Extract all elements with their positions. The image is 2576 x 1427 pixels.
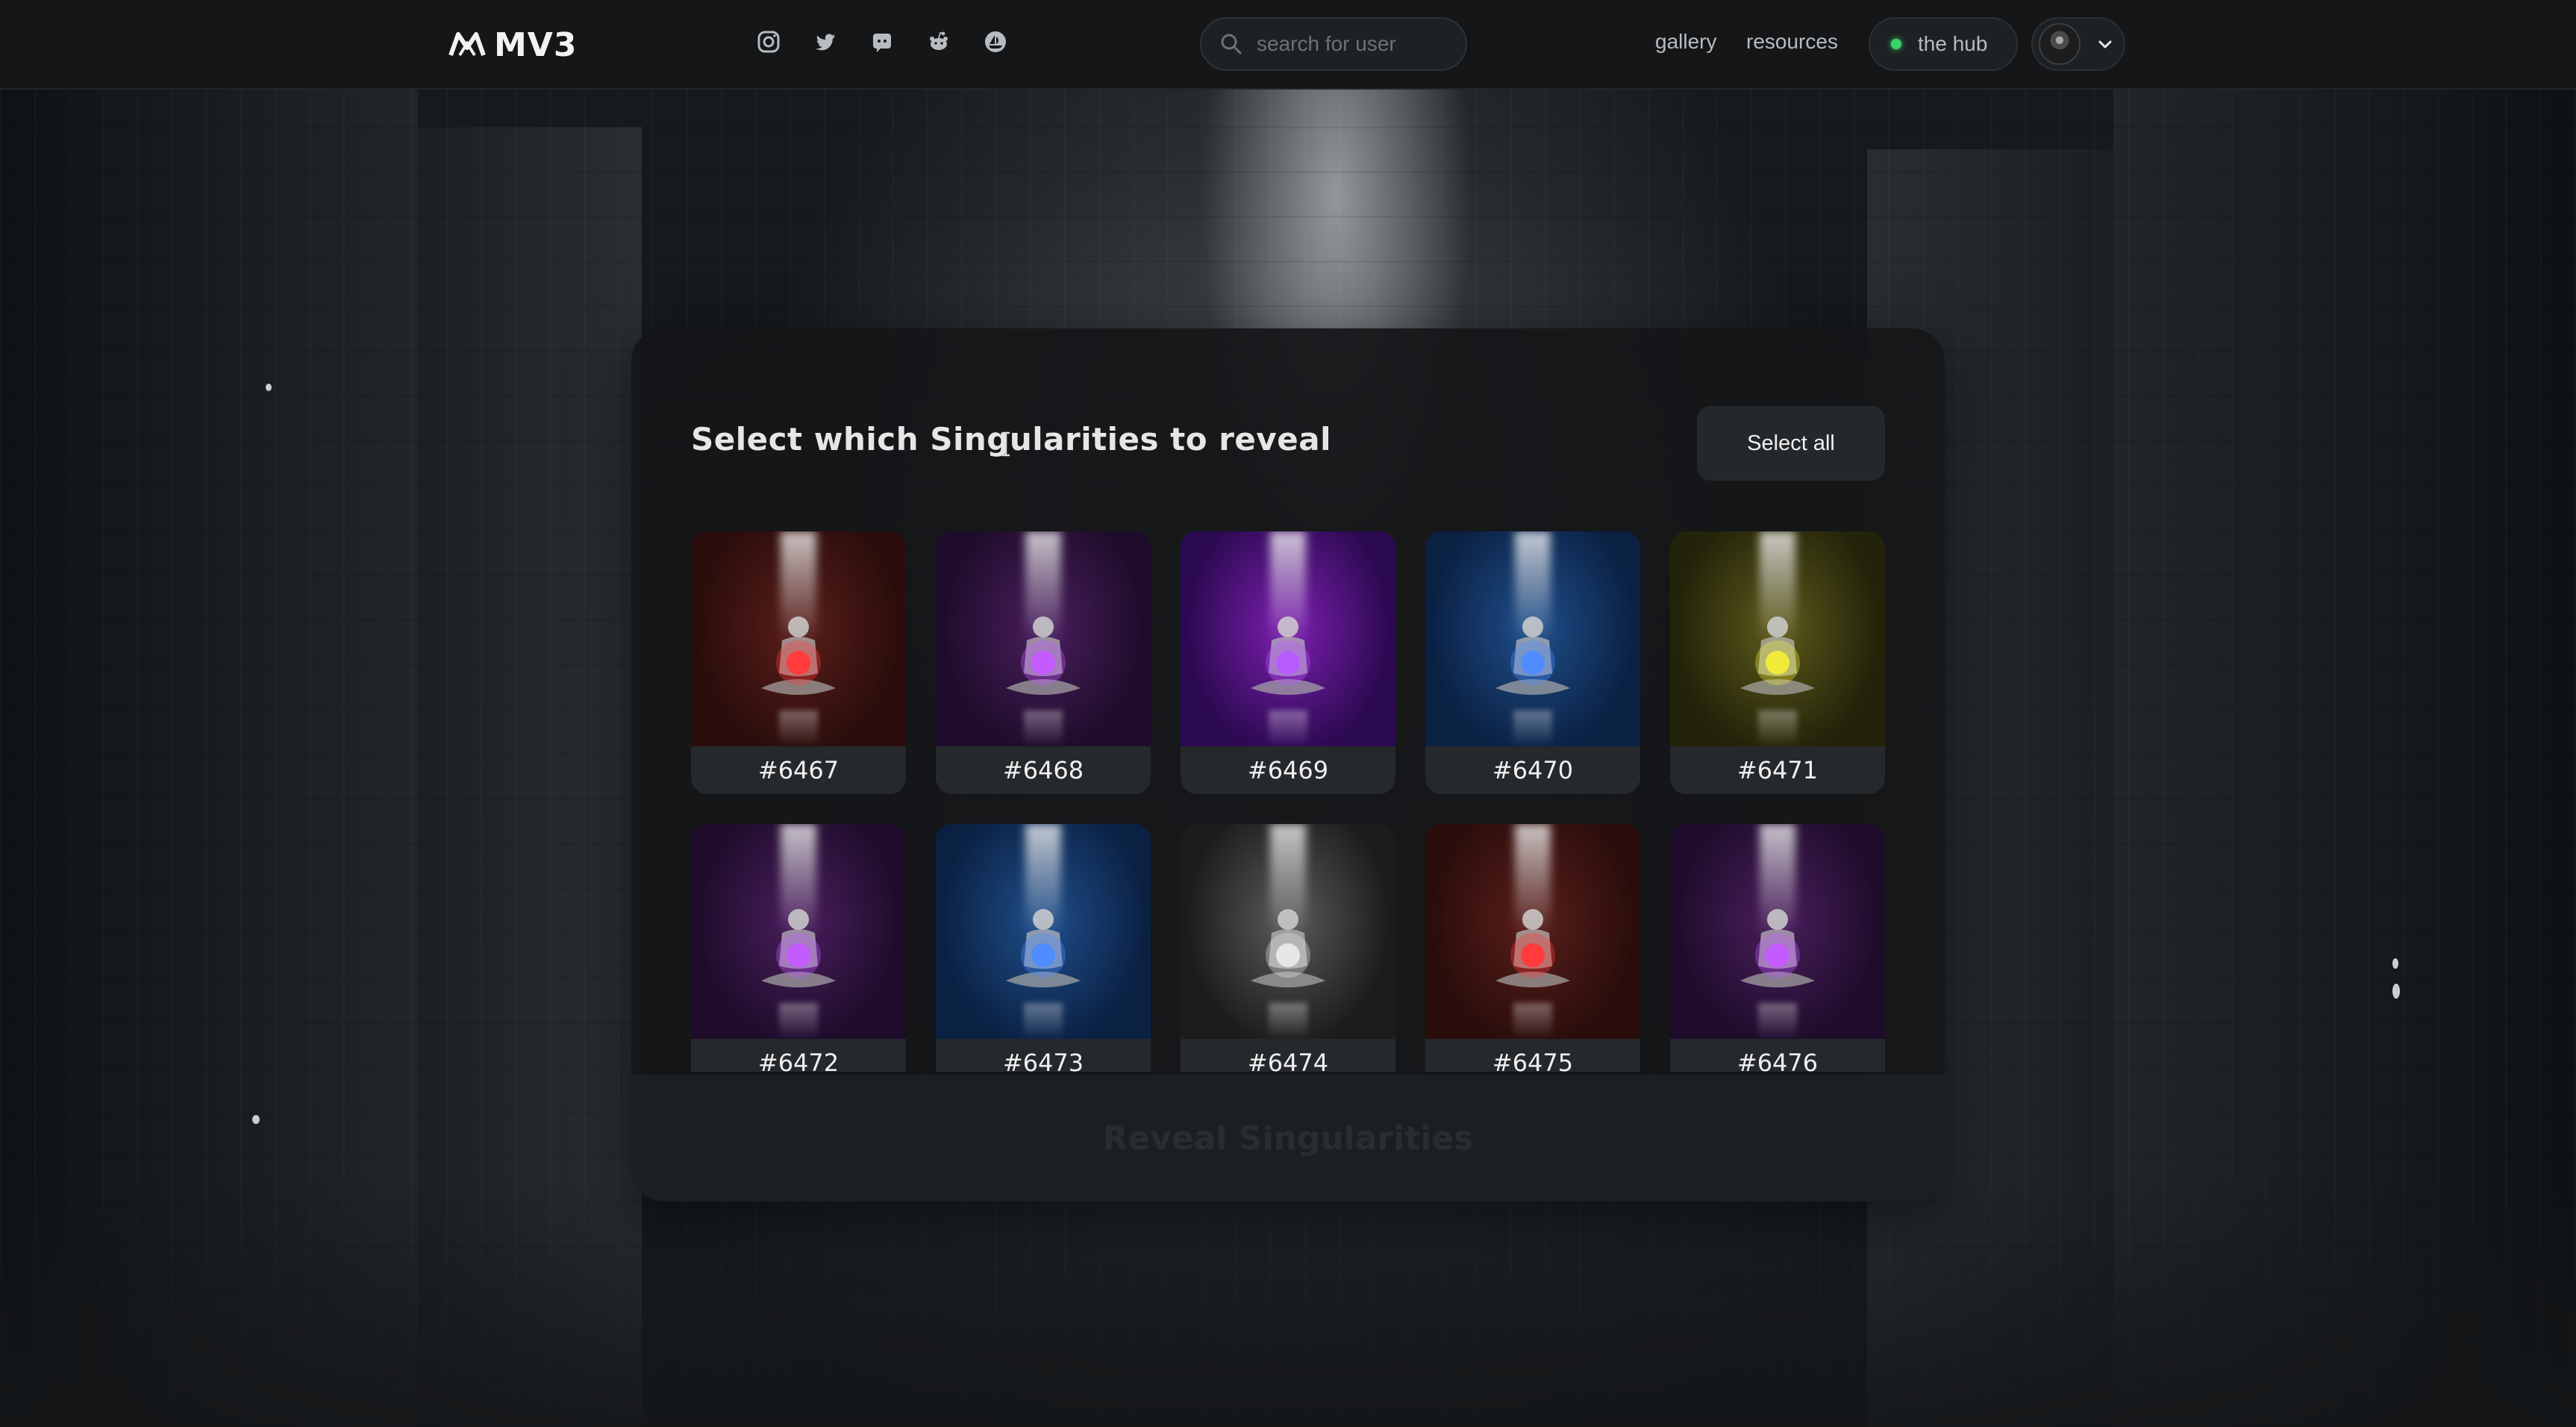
reveal-footer: Reveal Singularities xyxy=(631,1075,1945,1202)
singularity-thumbnail xyxy=(691,531,906,746)
singularity-thumbnail xyxy=(936,824,1151,1039)
meditating-figure-icon xyxy=(1495,909,1570,987)
singularity-id-label: #6471 xyxy=(1736,756,1819,784)
social-links xyxy=(754,27,1010,57)
discord-icon[interactable] xyxy=(867,27,897,57)
singularity-card[interactable]: #6467 xyxy=(691,531,906,794)
light-reflection xyxy=(1024,711,1063,746)
instagram-icon[interactable] xyxy=(754,27,784,57)
singularity-card[interactable]: #6472 xyxy=(691,824,906,1072)
user-search-box[interactable] xyxy=(1200,17,1467,71)
select-all-button[interactable]: Select all xyxy=(1697,406,1885,481)
meditating-figure-icon xyxy=(1006,909,1081,987)
singularity-thumbnail xyxy=(1670,531,1885,746)
light-reflection xyxy=(1269,1003,1307,1039)
singularity-id-label: #6475 xyxy=(1492,1049,1574,1072)
light-reflection xyxy=(1758,711,1797,746)
singularity-id-label: #6469 xyxy=(1247,756,1329,784)
the-hub-button[interactable]: the hub xyxy=(1869,17,2018,71)
light-reflection xyxy=(1024,1003,1063,1039)
singularity-thumbnail xyxy=(1181,531,1395,746)
light-reflection xyxy=(1758,1003,1797,1039)
singularity-card[interactable]: #6471 xyxy=(1670,531,1885,794)
background-floor xyxy=(0,1173,2576,1427)
light-reflection xyxy=(1513,711,1552,746)
user-menu-button[interactable] xyxy=(2031,17,2125,71)
background-light-speck xyxy=(2392,984,2400,999)
meditating-figure-icon xyxy=(1251,909,1325,987)
brand-logo[interactable]: MV3 xyxy=(448,22,577,67)
meditating-figure-icon xyxy=(761,616,836,695)
mv3-logo-icon xyxy=(448,32,486,57)
reveal-singularities-button[interactable]: Reveal Singularities xyxy=(1103,1120,1474,1158)
meditating-figure-icon xyxy=(1740,616,1815,695)
top-navbar: MV3 gallery resources xyxy=(0,0,2576,90)
singularity-card[interactable]: #6475 xyxy=(1425,824,1640,1072)
hub-label: the hub xyxy=(1918,32,1988,55)
reddit-icon[interactable] xyxy=(924,27,954,57)
singularity-id-label: #6467 xyxy=(757,756,840,784)
background-scene: MV3 gallery resources xyxy=(0,0,2576,1427)
meditating-figure-icon xyxy=(761,909,836,987)
meditating-figure-icon xyxy=(1740,909,1815,987)
light-reflection xyxy=(779,711,818,746)
singularity-id-label: #6468 xyxy=(1002,756,1084,784)
singularity-id-label: #6473 xyxy=(1002,1049,1084,1072)
singularity-thumbnail xyxy=(1670,824,1885,1039)
light-reflection xyxy=(1269,711,1307,746)
singularity-card[interactable]: #6470 xyxy=(1425,531,1640,794)
singularity-thumbnail xyxy=(691,824,906,1039)
singularity-card[interactable]: #6474 xyxy=(1181,824,1395,1072)
singularity-card[interactable]: #6468 xyxy=(936,531,1151,794)
light-reflection xyxy=(779,1003,818,1039)
singularity-thumbnail xyxy=(1425,824,1640,1039)
online-status-dot xyxy=(1891,39,1901,49)
singularity-thumbnail xyxy=(1425,531,1640,746)
singularity-id-label: #6470 xyxy=(1492,756,1574,784)
text-cursor-icon xyxy=(1002,431,1010,457)
singularity-thumbnail xyxy=(1181,824,1395,1039)
singularity-thumbnail xyxy=(936,531,1151,746)
reveal-modal: Select which Singularities to reveal Sel… xyxy=(631,328,1945,1202)
singularity-card[interactable]: #6473 xyxy=(936,824,1151,1072)
singularity-id-label: #6474 xyxy=(1247,1049,1329,1072)
meditating-figure-icon xyxy=(1251,616,1325,695)
singularity-card[interactable]: #6476 xyxy=(1670,824,1885,1072)
search-input[interactable] xyxy=(1257,32,1443,56)
twitter-icon[interactable] xyxy=(810,27,840,57)
logo-text: MV3 xyxy=(494,25,578,64)
singularity-id-label: #6476 xyxy=(1736,1049,1819,1072)
singularity-grid: #6467 #6468 #6469 #6470 #6471 #6472 #6473 #6474… xyxy=(691,531,1885,1072)
avatar xyxy=(2039,23,2081,65)
nav-link-resources[interactable]: resources xyxy=(1746,30,1838,54)
meditating-figure-icon xyxy=(1006,616,1081,695)
light-reflection xyxy=(1513,1003,1552,1039)
search-icon xyxy=(1221,34,1242,54)
background-light-speck xyxy=(252,1115,260,1124)
background-light-speck xyxy=(266,384,272,391)
singularity-id-label: #6472 xyxy=(757,1049,840,1072)
singularity-card[interactable]: #6469 xyxy=(1181,531,1395,794)
meditating-figure-icon xyxy=(1495,616,1570,695)
opensea-icon[interactable] xyxy=(981,27,1010,57)
chevron-down-icon xyxy=(2098,40,2112,49)
background-light-speck xyxy=(2392,958,2398,969)
nav-link-gallery[interactable]: gallery xyxy=(1655,30,1716,54)
